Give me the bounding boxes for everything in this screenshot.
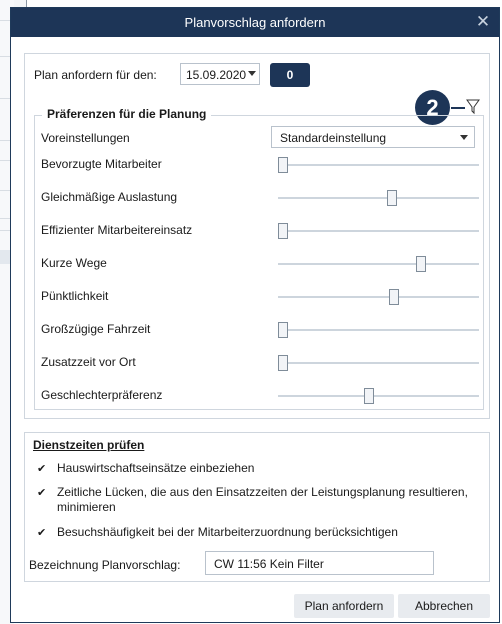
slider-track[interactable] <box>278 190 479 206</box>
close-icon[interactable]: ✕ <box>473 12 493 32</box>
slider-label: Effizienter Mitarbeitereinsatz <box>41 223 193 237</box>
slider-track[interactable] <box>278 355 479 371</box>
slider-label: Großzügige Fahrzeit <box>41 322 151 336</box>
slider-thumb[interactable] <box>387 190 397 206</box>
bezeichnung-input[interactable]: CW 11:56 Kein Filter <box>205 551 434 575</box>
filter-icon[interactable] <box>466 99 480 115</box>
slider-thumb[interactable] <box>278 322 288 338</box>
slider-thumb[interactable] <box>278 355 288 371</box>
slider-label: Zusatzzeit vor Ort <box>41 355 136 369</box>
slider-label: Pünktlichkeit <box>41 289 109 303</box>
slider-track[interactable] <box>278 157 479 173</box>
chevron-down-icon <box>460 135 468 140</box>
dialog-titlebar: Planvorschlag anfordern ✕ <box>11 8 499 37</box>
cancel-button[interactable]: Abbrechen <box>398 594 490 618</box>
slider-label: Bevorzugte Mitarbeiter <box>41 157 162 171</box>
slider-thumb[interactable] <box>364 388 374 404</box>
badge-connector <box>451 107 465 109</box>
plan-request-button[interactable]: Plan anfordern <box>294 594 394 618</box>
checkbox-hauswirtschaft-label: Hauswirtschaftseinsätze einbeziehen <box>57 461 255 475</box>
plan-date-label: Plan anfordern für den: <box>34 68 157 82</box>
slider-track[interactable] <box>278 289 479 305</box>
dialog-title: Planvorschlag anfordern <box>184 15 326 30</box>
preferences-group: Präferenzen für die Planung Voreinstellu… <box>34 107 484 410</box>
bezeichnung-value: CW 11:56 Kein Filter <box>214 557 324 571</box>
slider-label: Geschlechterpräferenz <box>41 388 163 402</box>
slider-thumb[interactable] <box>278 223 288 239</box>
plan-request-dialog: Planvorschlag anfordern ✕ Plan anfordern… <box>10 7 500 623</box>
plan-date-value: 15.09.2020 <box>186 68 247 82</box>
slider-track[interactable] <box>278 388 479 404</box>
chevron-down-icon <box>248 71 256 76</box>
bezeichnung-label: Bezeichnung Planvorschlag: <box>29 558 181 572</box>
slider-label: Kurze Wege <box>41 256 107 270</box>
checkbox-zeitliche-luecken-label: Zeitliche Lücken, die aus den Einsatzzei… <box>57 485 468 499</box>
slider-label: Gleichmäßige Auslastung <box>41 190 178 204</box>
dienstzeiten-title: Dienstzeiten prüfen <box>33 438 145 452</box>
preset-label: Voreinstellungen <box>41 131 130 145</box>
slider-track[interactable] <box>278 256 479 272</box>
slider-track[interactable] <box>278 322 479 338</box>
dienstzeiten-group: Dienstzeiten prüfen ✔ Hauswirtschaftsein… <box>24 432 490 582</box>
checkbox-zeitliche-luecken[interactable]: ✔ <box>37 487 49 499</box>
preset-value: Standardeinstellung <box>280 131 387 145</box>
preset-select[interactable]: Standardeinstellung <box>271 126 475 148</box>
slider-thumb[interactable] <box>278 157 288 173</box>
checkbox-besuchshaeufigkeit-label: Besuchshäufigkeit bei der Mitarbeiterzuo… <box>57 525 398 539</box>
plan-date-select[interactable]: 15.09.2020 <box>180 63 260 85</box>
checkbox-hauswirtschaft[interactable]: ✔ <box>37 463 49 475</box>
slider-thumb[interactable] <box>389 289 399 305</box>
checkbox-besuchshaeufigkeit[interactable]: ✔ <box>37 527 49 539</box>
slider-thumb[interactable] <box>416 256 426 272</box>
checkbox-zeitliche-luecken-label-2: minimieren <box>57 500 116 514</box>
slider-track[interactable] <box>278 223 479 239</box>
plan-panel: Plan anfordern für den: 15.09.2020 0 2 P… <box>24 53 490 419</box>
count-button[interactable]: 0 <box>270 63 310 87</box>
preferences-legend: Präferenzen für die Planung <box>42 107 212 121</box>
